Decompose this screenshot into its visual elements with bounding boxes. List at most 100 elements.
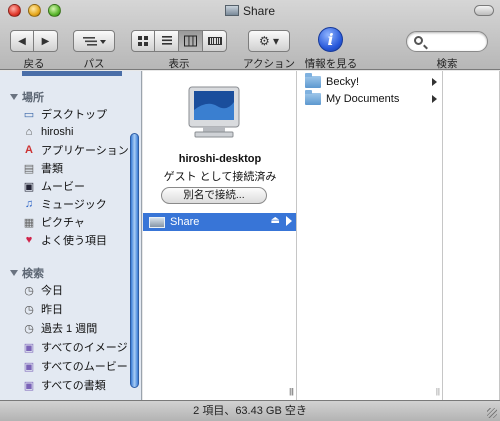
sidebar-item-label: 書類 (41, 163, 63, 175)
share-volume-label: Share (170, 216, 200, 228)
sidebar: 場所 ▭ デスクトップ ⌂ hiroshi A アプリケーション ▤ 書類 ▣ ムービー … (0, 71, 142, 400)
column-server: hiroshi-desktop ゲスト として接続済み 別名で接続... Sha… (143, 71, 297, 400)
sidebar-scrollbar-thumb[interactable] (130, 133, 139, 388)
sidebar-item-applications[interactable]: A アプリケーション (22, 141, 129, 159)
desktop-icon: ▭ (23, 108, 35, 121)
path-label: パス (83, 58, 105, 70)
sidebar-item-all-documents[interactable]: ▣ すべての書類 (22, 376, 106, 394)
sidebar-item-desktop[interactable]: ▭ デスクトップ (22, 105, 107, 123)
finder-window: Share ◀ ▶ 戻る パス 表示 ⚙ ▾ アクション i 情報を見る 検索 … (0, 0, 500, 421)
favorites-heart-icon: ♥ (25, 234, 33, 246)
disclosure-arrow-icon (432, 95, 437, 103)
sidebar-search-header[interactable]: 検索 (10, 265, 44, 281)
sidebar-clipped-device-item[interactable] (22, 71, 122, 76)
disclosure-triangle-icon (10, 94, 18, 100)
column-view-button[interactable] (179, 30, 203, 52)
coverflow-view-icon (207, 37, 222, 45)
sidebar-item-all-movies[interactable]: ▣ すべてのムービー (22, 357, 128, 375)
search-label: 検索 (436, 58, 458, 70)
share-volume-row[interactable]: Share ⏏ (143, 213, 296, 231)
sidebar-item-label: 今日 (41, 285, 63, 297)
folder-label: My Documents (326, 93, 400, 105)
action-label: アクション (243, 58, 295, 70)
sidebar-item-all-images[interactable]: ▣ すべてのイメージ (22, 338, 128, 356)
sidebar-item-label: ピクチャ (41, 217, 85, 229)
sidebar-places-header-text: 場所 (22, 92, 44, 104)
sidebar-item-movies[interactable]: ▣ ムービー (22, 177, 85, 195)
unified-toolbar: Share ◀ ▶ 戻る パス 表示 ⚙ ▾ アクション i 情報を見る 検索 (0, 0, 500, 70)
sidebar-places-header[interactable]: 場所 (10, 89, 44, 105)
clock-icon: ◷ (24, 303, 34, 316)
disclosure-triangle-icon (10, 270, 18, 276)
sidebar-item-label: アプリケーション (41, 145, 129, 157)
sidebar-item-yesterday[interactable]: ◷ 昨日 (22, 300, 63, 318)
clock-icon: ◷ (24, 322, 34, 335)
home-icon: ⌂ (25, 126, 33, 138)
path-list-icon (83, 37, 106, 46)
sidebar-item-favorites[interactable]: ♥ よく使う項目 (22, 231, 107, 249)
sidebar-item-music[interactable]: ♫ ミュージック (22, 195, 107, 213)
sidebar-search-header-text: 検索 (22, 268, 44, 280)
folder-icon (305, 90, 321, 105)
folder-label: Becky! (326, 76, 360, 88)
view-mode-group (131, 30, 227, 52)
eject-icon[interactable]: ⏏ (271, 215, 280, 226)
toolbar-toggle-button[interactable] (474, 5, 494, 16)
column-share-contents: Becky! My Documents || || (289, 71, 443, 400)
status-bar: 2 項目、63.43 GB 空き (0, 400, 500, 421)
list-view-button[interactable] (155, 30, 179, 52)
column-view-icon (184, 35, 197, 47)
sidebar-item-label: よく使う項目 (41, 235, 107, 247)
sidebar-item-past-week[interactable]: ◷ 過去 1 週間 (22, 319, 97, 337)
icon-view-icon (138, 36, 148, 46)
disclosure-arrow-icon (432, 78, 437, 86)
path-popup-button[interactable] (73, 30, 115, 52)
window-title-text: Share (242, 4, 276, 18)
action-group: ⚙ ▾ (248, 30, 290, 52)
title-bar: Share (0, 0, 500, 22)
list-item[interactable]: Becky! (297, 73, 443, 91)
icon-view-button[interactable] (131, 30, 155, 52)
sidebar-item-home[interactable]: ⌂ hiroshi (22, 123, 74, 141)
view-label: 表示 (168, 58, 190, 70)
connection-status: ゲスト として接続済み (163, 171, 277, 183)
sidebar-item-label: hiroshi (41, 126, 74, 138)
sidebar-item-pictures[interactable]: ▦ ピクチャ (22, 213, 85, 231)
back-label: 戻る (23, 58, 45, 70)
sidebar-item-label: ミュージック (41, 199, 107, 211)
sidebar-item-label: 昨日 (41, 304, 63, 316)
clock-icon: ◷ (24, 284, 34, 297)
window-title: Share (0, 4, 500, 18)
connect-as-button[interactable]: 別名で接続... (161, 187, 267, 204)
column-resize-handle[interactable]: || (289, 387, 293, 396)
info-icon: i (327, 30, 334, 49)
forward-arrow-icon: ▶ (41, 35, 50, 47)
status-text: 2 項目、63.43 GB 空き (193, 405, 307, 417)
sidebar-item-today[interactable]: ◷ 今日 (22, 281, 63, 299)
sidebar-item-label: 過去 1 週間 (41, 323, 98, 335)
get-info-button[interactable]: i (318, 27, 343, 52)
coverflow-view-button[interactable] (203, 30, 227, 52)
get-info-label: 情報を見る (304, 58, 358, 70)
action-menu-button[interactable]: ⚙ ▾ (248, 30, 290, 52)
sidebar-item-label: すべてのムービー (41, 361, 128, 373)
list-item[interactable]: My Documents (297, 90, 443, 108)
documents-icon: ▤ (23, 162, 35, 175)
sidebar-item-label: すべての書類 (41, 380, 106, 392)
sidebar-item-documents[interactable]: ▤ 書類 (22, 159, 63, 177)
search-icon (414, 36, 423, 45)
search-input[interactable] (406, 31, 488, 52)
column-empty (443, 71, 500, 400)
forward-button[interactable]: ▶ (34, 30, 58, 52)
list-view-icon (161, 36, 172, 45)
pictures-icon: ▦ (23, 216, 35, 229)
resize-grip-icon[interactable] (487, 408, 497, 418)
gear-icon: ⚙ ▾ (258, 34, 280, 48)
server-host-name: hiroshi-desktop (178, 153, 262, 165)
sidebar-item-label: ムービー (41, 181, 85, 193)
server-share-icon (224, 5, 239, 16)
smart-folder-icon: ▣ (23, 341, 35, 354)
column-resize-handle[interactable]: || (436, 387, 440, 396)
back-button[interactable]: ◀ (10, 30, 34, 52)
smart-folder-icon: ▣ (23, 360, 35, 373)
